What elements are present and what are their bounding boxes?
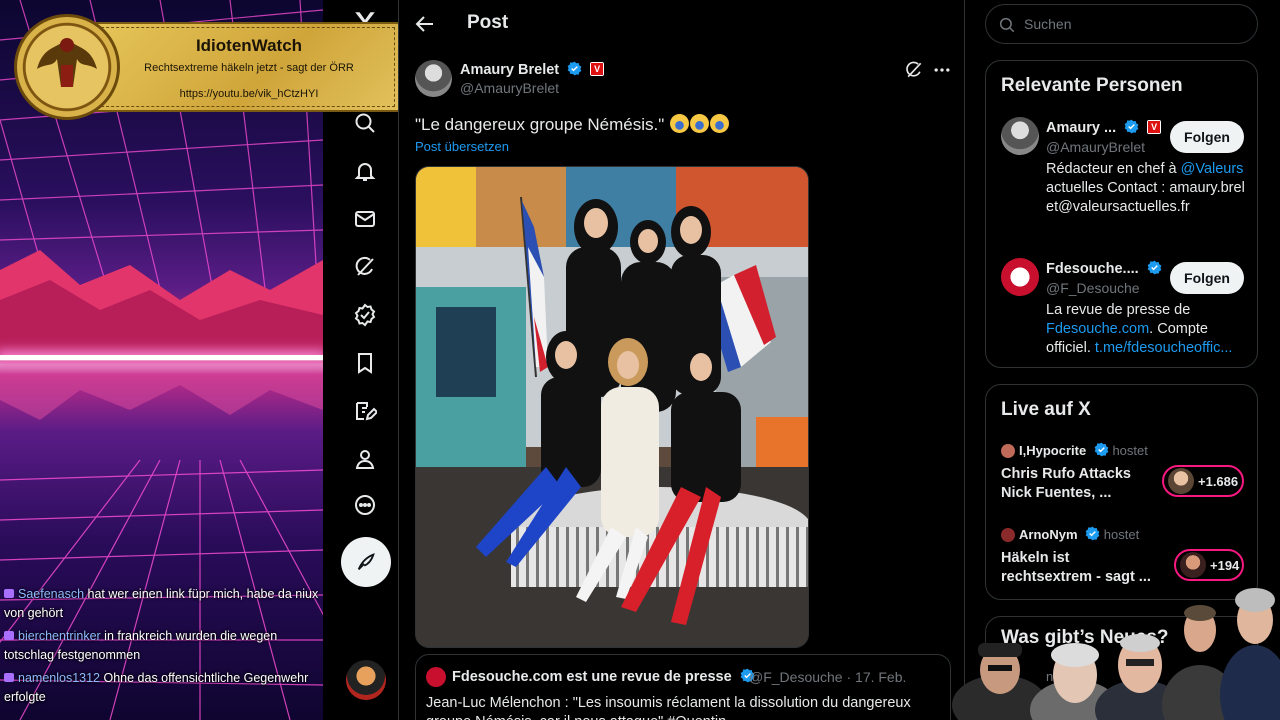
person-bio: Rédacteur en chef à @Valeurs actuelles C…	[1046, 160, 1246, 217]
more-circle-icon[interactable]	[343, 483, 387, 527]
author-avatar[interactable]	[415, 60, 452, 97]
quoted-author-handle-date: @F_Desouche · 17. Feb.	[749, 669, 907, 685]
webcam-overlay	[950, 585, 1280, 720]
grok-explain-icon[interactable]	[904, 60, 924, 80]
stream-chat: Saefenasch hat wer einen link füpr mich,…	[4, 585, 322, 711]
bio-text: Rédacteur en chef à	[1046, 161, 1181, 177]
chat-message: Saefenasch hat wer einen link füpr mich,…	[4, 585, 322, 623]
verified-badge-icon	[1124, 119, 1139, 134]
scream-emoji-icon	[670, 114, 690, 133]
verified-badge-icon	[1085, 526, 1100, 541]
person-name-text: Amaury ...	[1046, 120, 1117, 136]
space-listeners-pill[interactable]: +1.686	[1162, 465, 1244, 497]
verified-badge-icon	[567, 61, 582, 76]
more-options-icon[interactable]	[932, 60, 952, 80]
bio-mention-link[interactable]: @Valeurs	[1181, 161, 1244, 177]
host-name: ArnoNym	[1019, 527, 1078, 542]
relevant-people-card: Relevante Personen Amaury ... @AmauryBre…	[985, 60, 1258, 368]
bell-icon[interactable]	[343, 149, 387, 193]
space-listeners-pill[interactable]: +194	[1174, 549, 1244, 581]
verified-badge-icon	[1147, 260, 1162, 275]
eris-logo	[14, 14, 120, 120]
bio-link[interactable]: Fdesouche.com	[1046, 321, 1149, 337]
grok-icon[interactable]	[343, 245, 387, 289]
live-on-x-card: Live auf X I,Hypocrite hostet Chris Rufo…	[985, 384, 1258, 600]
chat-message: bierchentrinker in frankreich wurden die…	[4, 627, 322, 665]
bio-text: La revue de presse de	[1046, 302, 1191, 318]
post-text: "Le dangereux groupe Némésis."	[415, 114, 730, 135]
person-name[interactable]: Amaury ...	[1046, 119, 1162, 136]
quoted-author-avatar	[426, 667, 446, 687]
space-title[interactable]: Häkeln ist rechtsextrem - sagt ...	[1001, 549, 1161, 587]
mountains-graphic	[0, 250, 323, 360]
author-name[interactable]: Amaury Brelet	[460, 61, 605, 78]
search-icon	[999, 17, 1015, 33]
verified-org-icon[interactable]	[343, 293, 387, 337]
person-bio: La revue de presse de Fdesouche.com. Com…	[1046, 301, 1246, 358]
person-avatar[interactable]	[1001, 258, 1039, 296]
banner-subtitle: Rechtsextreme häkeln jetzt - sagt der ÖR…	[144, 62, 354, 74]
quoted-post[interactable]: Fdesouche.com est une revue de presse @F…	[415, 654, 951, 720]
listener-avatar	[1168, 468, 1194, 494]
post-header: Post	[399, 0, 965, 48]
card-title: Relevante Personen	[1001, 75, 1183, 96]
bio-text: actuelles Contact : amaury.brelet@valeur…	[1046, 180, 1245, 215]
pen-icon[interactable]	[343, 389, 387, 433]
mail-icon[interactable]	[343, 197, 387, 241]
chat-username: namenlos1312	[18, 671, 101, 685]
space-host[interactable]: I,Hypocrite hostet	[1001, 442, 1148, 458]
sub-badge-icon	[4, 589, 14, 598]
back-arrow-icon[interactable]	[413, 12, 437, 36]
post-text-content: "Le dangereux groupe Némésis."	[415, 115, 665, 134]
author-handle[interactable]: @AmauryBrelet	[460, 80, 559, 96]
page-title: Post	[467, 12, 509, 33]
post-image[interactable]	[415, 166, 809, 648]
banner-title: IdiotenWatch	[195, 36, 303, 55]
person-handle: @F_Desouche	[1046, 280, 1140, 296]
space-title[interactable]: Chris Rufo Attacks Nick Fuentes, ...	[1001, 465, 1161, 503]
affiliation-badge-icon	[590, 62, 605, 76]
listener-avatar	[1180, 552, 1206, 578]
idiotenwatch-banner: IdiotenWatch Rechtsextreme häkeln jetzt …	[14, 14, 400, 120]
follow-button[interactable]: Folgen	[1170, 121, 1244, 153]
follow-button[interactable]: Folgen	[1170, 262, 1244, 294]
host-name: I,Hypocrite	[1019, 443, 1087, 458]
sub-badge-icon	[4, 673, 14, 682]
feather-icon	[357, 553, 375, 570]
sub-badge-icon	[4, 631, 14, 640]
listener-count: +1.686	[1198, 473, 1239, 489]
scream-emoji-icon	[710, 114, 730, 133]
chat-username: bierchentrinker	[18, 629, 101, 643]
author-name-text: Amaury Brelet	[460, 62, 560, 78]
scream-emoji-icon	[690, 114, 710, 133]
quoted-author-name-text: Fdesouche.com est une revue de presse	[452, 669, 732, 685]
search-bar[interactable]	[985, 4, 1258, 44]
host-label: hostet	[1103, 527, 1140, 542]
space-host[interactable]: ArnoNym hostet	[1001, 526, 1139, 542]
bio-link[interactable]: t.me/fdesoucheoffic...	[1095, 340, 1233, 356]
post-detail-column: Post Amaury Brelet @AmauryBrelet "Le dan…	[398, 0, 965, 720]
search-input[interactable]	[1024, 6, 1244, 42]
host-avatar	[1001, 528, 1015, 542]
account-avatar[interactable]	[346, 660, 386, 700]
profile-icon[interactable]	[343, 437, 387, 481]
person-name[interactable]: Fdesouche....	[1046, 260, 1162, 277]
affiliation-badge-icon	[1147, 120, 1162, 134]
host-label: hostet	[1112, 443, 1148, 458]
person-handle: @AmauryBrelet	[1046, 139, 1146, 155]
compose-post-button[interactable]	[341, 537, 391, 587]
person-avatar[interactable]	[1001, 117, 1039, 155]
person-name-text: Fdesouche....	[1046, 261, 1139, 277]
translate-post-link[interactable]: Post übersetzen	[415, 139, 509, 154]
listener-count: +194	[1210, 557, 1240, 573]
quoted-author-name: Fdesouche.com est une revue de presse	[452, 668, 755, 685]
chat-message: namenlos1312 Ohne das offensichtliche Ge…	[4, 669, 322, 707]
bookmark-icon[interactable]	[343, 341, 387, 385]
chat-username: Saefenasch	[18, 587, 85, 601]
card-title: Live auf X	[1001, 399, 1091, 420]
quoted-post-text: Jean-Luc Mélenchon : "Les insoumis récla…	[426, 695, 911, 720]
host-avatar	[1001, 444, 1015, 458]
banner-url: https://youtu.be/vik_hCtzHYI	[179, 88, 319, 100]
verified-badge-icon	[1094, 442, 1109, 457]
